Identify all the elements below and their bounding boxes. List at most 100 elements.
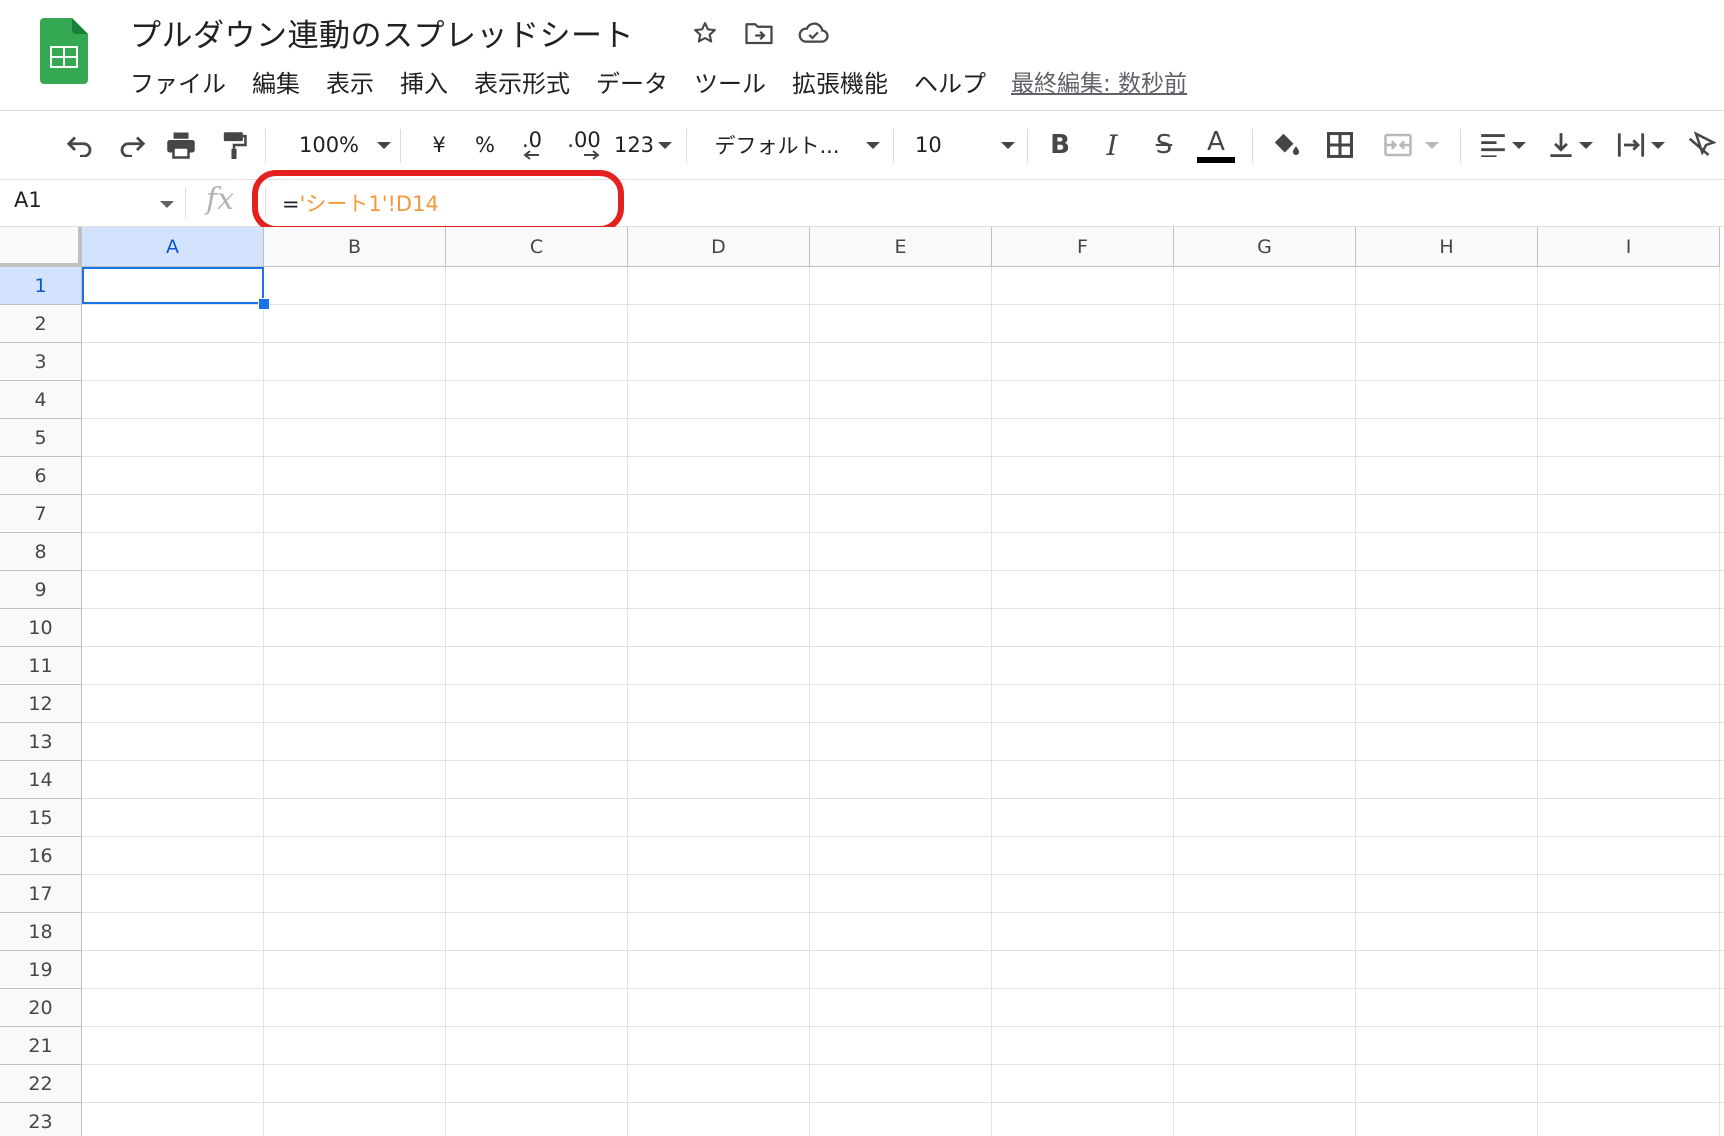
fill-color-icon[interactable] [1268,123,1304,167]
row-header-10[interactable]: 10 [0,609,82,647]
row-header-8[interactable]: 8 [0,533,82,571]
row-header-2[interactable]: 2 [0,305,82,343]
paint-format-icon[interactable] [216,123,252,167]
more-formats-label: 123 [613,133,655,157]
zoom-value: 100% [298,133,360,157]
text-color-button[interactable]: A [1196,123,1236,167]
merge-cells-icon [1384,133,1412,157]
decrease-decimal-button[interactable]: .0 [512,123,552,167]
row-header-12[interactable]: 12 [0,685,82,723]
chevron-down-icon [658,141,673,149]
chevron-down-icon [1512,141,1526,149]
fx-icon: fx [206,182,235,217]
arrow-left-icon [523,150,539,160]
menu-extensions[interactable]: 拡張機能 [779,64,901,104]
column-header-a[interactable]: A [82,227,264,267]
row-header-11[interactable]: 11 [0,647,82,685]
row-header-6[interactable]: 6 [0,457,82,495]
print-icon[interactable] [163,123,199,167]
row-header-13[interactable]: 13 [0,723,82,761]
name-box[interactable]: A1 [14,188,42,212]
formula-highlight-annotation [252,170,624,232]
column-header-i[interactable]: I [1538,227,1720,267]
row-header-15[interactable]: 15 [0,799,82,837]
column-header-b[interactable]: B [264,227,446,267]
row-header-7[interactable]: 7 [0,495,82,533]
column-header-h[interactable]: H [1356,227,1538,267]
spreadsheet-grid[interactable]: ABCDEFGHI 1 2 3 4 5 6 7 8 9 10 11 12 13 14 15 16 17 18 19 2… [0,227,1724,1136]
menu-format[interactable]: 表示形式 [461,64,583,104]
row-header-5[interactable]: 5 [0,419,82,457]
column-header-f[interactable]: F [992,227,1174,267]
move-to-folder-icon[interactable] [742,16,776,50]
fill-handle[interactable] [258,298,270,310]
column-header-c[interactable]: C [446,227,628,267]
star-icon[interactable] [688,16,722,50]
sheets-logo-icon[interactable] [40,18,88,84]
chevron-down-icon [377,141,392,149]
document-title[interactable]: プルダウン連動のスプレッドシート [130,10,634,55]
redo-icon[interactable] [114,123,150,167]
row-header-14[interactable]: 14 [0,761,82,799]
increase-decimal-button[interactable]: .00 [562,123,606,167]
selected-cell-a1[interactable] [82,267,264,304]
text-wrap-icon [1617,133,1645,157]
currency-format-button[interactable]: ¥ [422,123,456,167]
row-header-9[interactable]: 9 [0,571,82,609]
row-header-22[interactable]: 22 [0,1065,82,1103]
menu-file[interactable]: ファイル [130,64,239,104]
menu-tools[interactable]: ツール [681,64,779,104]
align-bottom-icon [1550,133,1572,158]
row-header-19[interactable]: 19 [0,951,82,989]
menu-help[interactable]: ヘルプ [901,64,999,104]
text-color-swatch [1197,157,1235,163]
menu-view[interactable]: 表示 [313,64,387,104]
row-header-4[interactable]: 4 [0,381,82,419]
row-header-18[interactable]: 18 [0,913,82,951]
last-edit-link[interactable]: 最終編集: 数秒前 [1011,64,1187,104]
row-header-20[interactable]: 20 [0,989,82,1027]
select-all-corner[interactable] [0,227,82,267]
menu-edit[interactable]: 編集 [239,64,313,104]
chevron-down-icon [865,141,880,149]
more-formats-select[interactable]: 123 [613,123,673,167]
app-header: プルダウン連動のスプレッドシート ファイル 編集 表示 挿入 表示形式 データ … [0,0,1724,111]
chevron-down-icon [1579,141,1593,149]
row-header-23[interactable]: 23 [0,1103,82,1136]
align-left-icon [1481,134,1505,157]
strikethrough-button[interactable]: S [1146,123,1182,167]
chevron-down-icon[interactable] [160,201,174,208]
row-header-1[interactable]: 1 [0,267,82,305]
column-header-e[interactable]: E [810,227,992,267]
percent-format-button[interactable]: % [468,123,502,167]
menu-insert[interactable]: 挿入 [387,64,461,104]
zoom-select[interactable]: 100% [290,123,400,167]
text-color-letter: A [1207,127,1225,157]
row-header-17[interactable]: 17 [0,875,82,913]
font-size-select[interactable]: 10 [915,123,1015,167]
increase-decimal-label: .00 [567,128,601,152]
bold-button[interactable]: B [1042,123,1078,167]
arrow-right-icon [584,150,600,160]
menu-data[interactable]: データ [583,64,681,104]
chevron-down-icon [1001,141,1015,149]
undo-icon[interactable] [62,123,98,167]
font-family-select[interactable]: デフォルト... [712,123,882,167]
font-size-value: 10 [915,133,942,157]
row-header-3[interactable]: 3 [0,343,82,381]
merge-cells-button[interactable] [1378,123,1444,167]
column-header-d[interactable]: D [628,227,810,267]
font-family-value: デフォルト... [714,134,840,158]
horizontal-align-button[interactable] [1476,123,1530,167]
row-header-21[interactable]: 21 [0,1027,82,1065]
vertical-align-button[interactable] [1544,123,1598,167]
text-rotation-icon[interactable] [1684,123,1718,167]
decrease-decimal-label: .0 [521,128,543,152]
menu-bar: ファイル 編集 表示 挿入 表示形式 データ ツール 拡張機能 ヘルプ 最終編集… [130,64,1187,104]
borders-icon[interactable] [1322,123,1358,167]
column-header-g[interactable]: G [1174,227,1356,267]
cloud-saved-icon[interactable] [796,16,830,50]
italic-button[interactable]: I [1094,123,1130,167]
row-header-16[interactable]: 16 [0,837,82,875]
text-wrap-button[interactable] [1612,123,1670,167]
